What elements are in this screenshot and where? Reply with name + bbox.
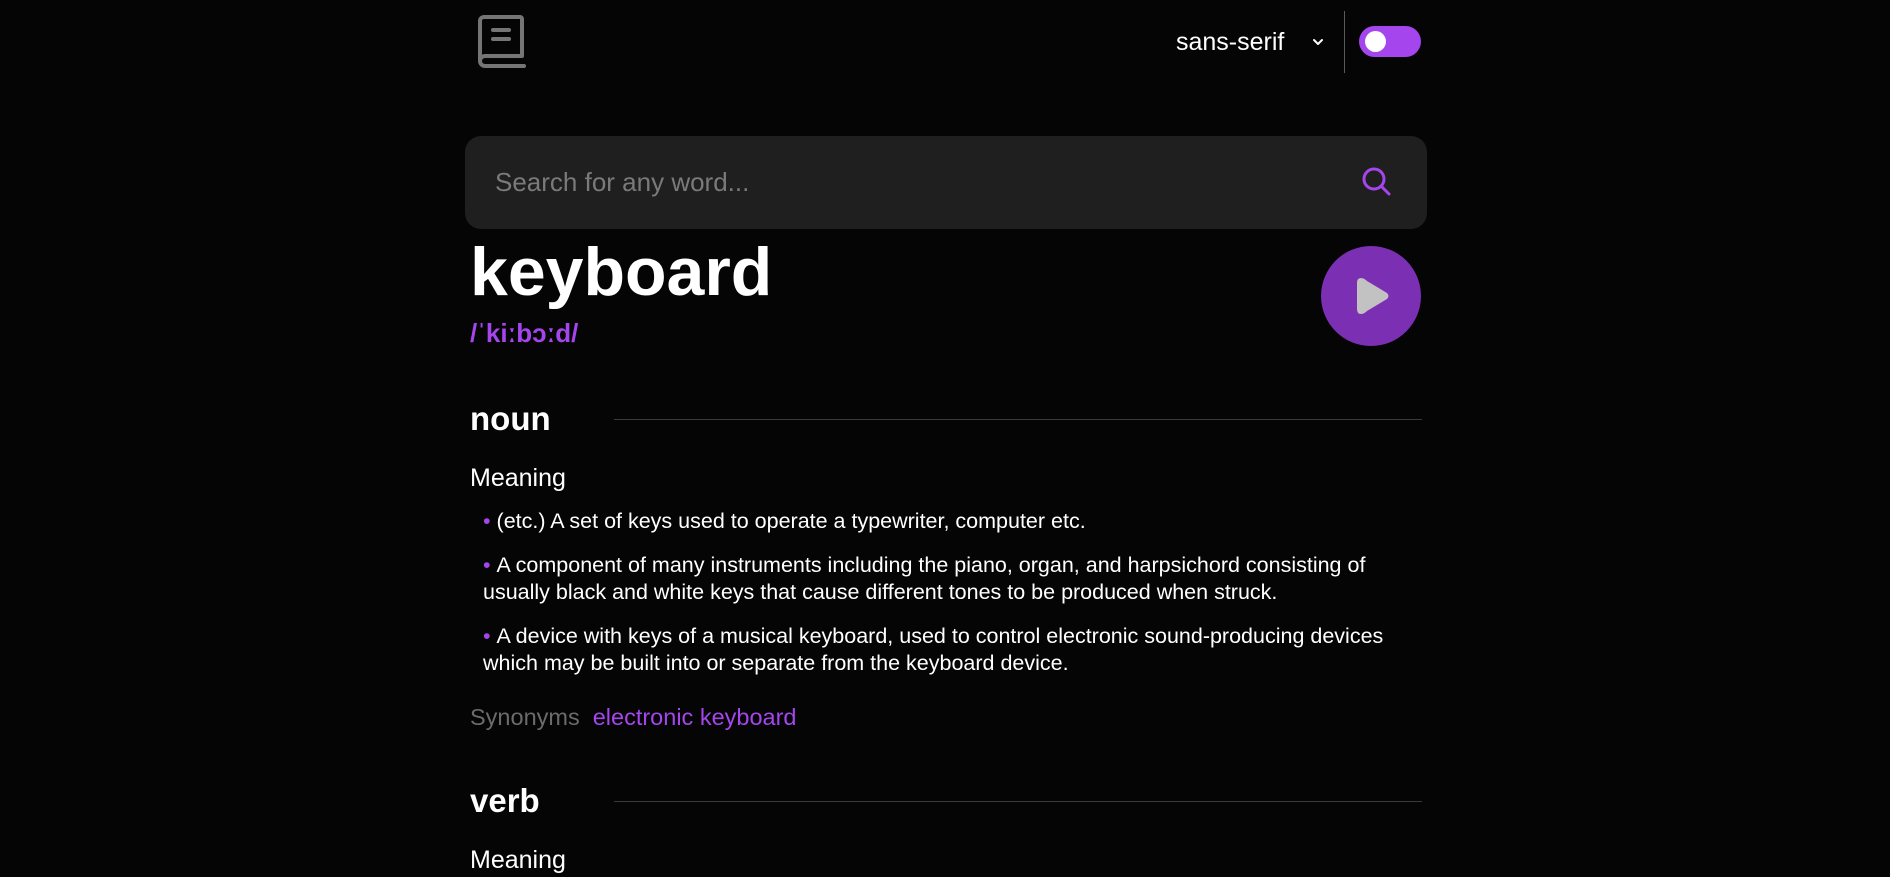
part-of-speech-verb: verb (470, 779, 1422, 823)
search-input[interactable] (495, 136, 1315, 229)
dictionary-app: sans-serif keyboard /ˈkiːbɔːd/ noun Mean… (0, 0, 1890, 877)
section-divider (614, 800, 1422, 802)
phonetic: /ˈkiːbɔːd/ (470, 318, 579, 348)
part-of-speech-noun: noun (470, 397, 1422, 441)
definition-item: • (etc.) A set of keys used to operate a … (483, 508, 1413, 535)
part-of-speech-label: verb (470, 782, 540, 819)
meaning-label: Meaning (470, 464, 566, 492)
theme-toggle[interactable] (1359, 26, 1421, 57)
header-divider (1344, 11, 1345, 73)
synonyms-label: Synonyms (470, 704, 580, 730)
play-icon (1357, 278, 1389, 314)
book-icon[interactable] (476, 14, 528, 70)
font-selector-value: sans-serif (1176, 27, 1285, 56)
play-audio-button[interactable] (1321, 246, 1421, 346)
definition-item: • A device with keys of a musical keyboar… (483, 623, 1413, 677)
part-of-speech-label: noun (470, 400, 551, 437)
bullet: • (483, 509, 491, 533)
meaning-label: Meaning (470, 846, 566, 874)
bullet: • (483, 624, 491, 648)
synonym-link[interactable]: electronic keyboard (593, 704, 797, 731)
font-selector[interactable]: sans-serif (1176, 22, 1326, 62)
definition-list: • (etc.) A set of keys used to operate a … (483, 508, 1413, 694)
definition-text: (etc.) A set of keys used to operate a t… (496, 509, 1086, 533)
section-divider (614, 418, 1422, 420)
word-title: keyboard (470, 234, 773, 310)
search-bar (465, 136, 1427, 229)
definition-item: • A component of many instruments includi… (483, 552, 1413, 606)
chevron-down-icon (1313, 39, 1324, 45)
definition-text: A device with keys of a musical keyboard… (483, 624, 1384, 675)
bullet: • (483, 553, 491, 577)
definition-text: A component of many instruments includin… (483, 553, 1366, 604)
search-icon[interactable] (1359, 164, 1395, 200)
toggle-knob (1365, 31, 1386, 52)
synonyms-row: Synonyms electronic keyboard (470, 704, 797, 731)
